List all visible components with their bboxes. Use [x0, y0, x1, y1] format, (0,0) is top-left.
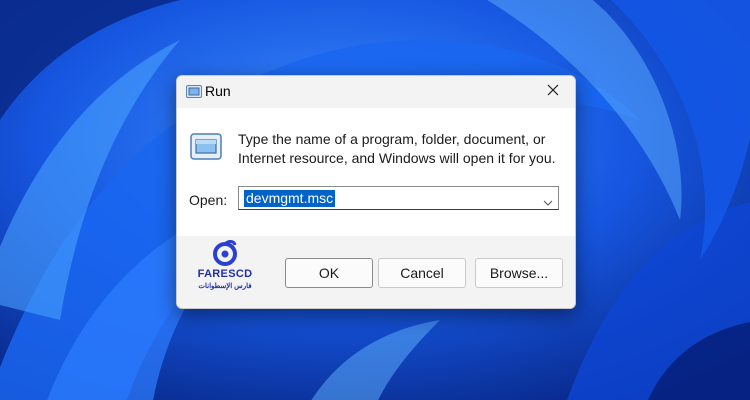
ok-button[interactable]: OK	[285, 258, 373, 288]
description: Type the name of a program, folder, docu…	[238, 130, 558, 168]
dialog-content: Type the name of a program, folder, docu…	[177, 108, 575, 236]
window-title: Run	[205, 83, 231, 99]
open-combobox[interactable]: devmgmt.msc	[238, 186, 559, 210]
logo-icon	[212, 240, 238, 266]
button-bar: FARESCD فارس الإسطوانات OK Cancel Browse…	[177, 236, 575, 308]
cancel-button[interactable]: Cancel	[378, 258, 466, 288]
open-input-value[interactable]: devmgmt.msc	[244, 190, 336, 207]
title-bar[interactable]: Run	[177, 76, 575, 108]
run-icon	[190, 133, 222, 160]
watermark-subtitle: فارس الإسطوانات	[198, 283, 252, 290]
run-icon	[186, 85, 202, 98]
watermark-logo: FARESCD فارس الإسطوانات	[193, 240, 257, 296]
close-icon	[547, 83, 559, 101]
description-line: Type the name of a program, folder, docu…	[238, 131, 546, 147]
description-line: Internet resource, and Windows will open…	[238, 150, 556, 166]
browse-button[interactable]: Browse...	[475, 258, 563, 288]
open-label: Open:	[189, 192, 228, 208]
chevron-down-icon[interactable]	[543, 194, 553, 206]
run-dialog: Run Type the name of a program, folder, …	[176, 75, 576, 309]
watermark-name: FARESCD	[197, 268, 253, 280]
close-button[interactable]	[531, 76, 575, 108]
